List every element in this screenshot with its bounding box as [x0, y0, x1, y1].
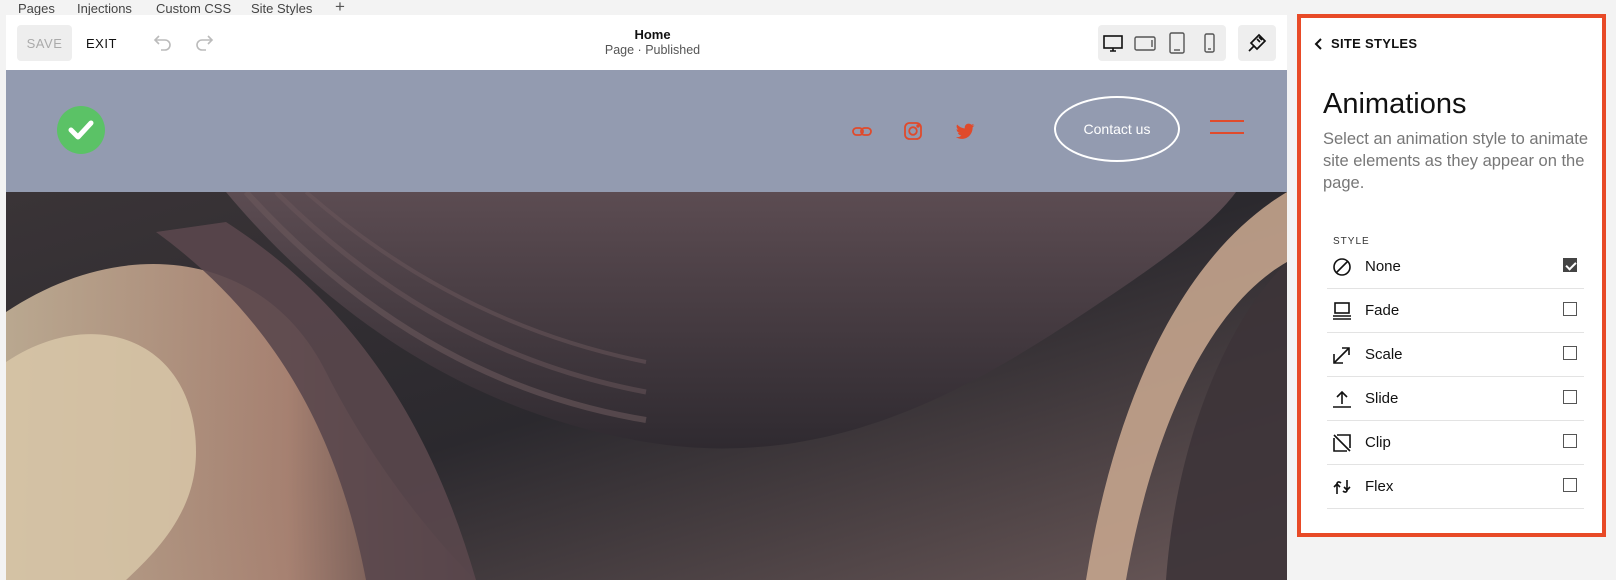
add-tab-icon[interactable]: + — [335, 0, 345, 15]
option-label: Fade — [1365, 302, 1400, 319]
flex-icon — [1331, 476, 1353, 498]
none-icon — [1331, 256, 1353, 278]
site-header: Contact us — [6, 70, 1287, 192]
paintbrush-icon — [1248, 33, 1267, 52]
scale-checkbox[interactable] — [1563, 346, 1577, 360]
fade-checkbox[interactable] — [1563, 302, 1577, 316]
slide-checkbox[interactable] — [1563, 390, 1577, 404]
checkmark-icon — [68, 120, 94, 140]
menu-burger-icon[interactable] — [1210, 120, 1244, 136]
editor-toolbar: SAVE EXIT Home Page · Published — [6, 15, 1287, 70]
mobile-view-icon[interactable] — [1196, 30, 1222, 56]
exit-button[interactable]: EXIT — [86, 25, 117, 61]
option-label: Clip — [1365, 434, 1391, 451]
fade-icon — [1331, 300, 1353, 322]
option-flex[interactable]: Flex — [1327, 465, 1584, 509]
none-checkbox[interactable] — [1563, 258, 1577, 272]
chevron-left-icon — [1314, 37, 1322, 50]
editor-canvas: SAVE EXIT Home Page · Published Contact … — [6, 15, 1287, 580]
twitter-icon[interactable] — [954, 120, 976, 142]
design-brush-button[interactable] — [1238, 25, 1276, 61]
link-icon[interactable] — [851, 120, 873, 142]
device-switcher — [1098, 25, 1226, 61]
panel-description: Select an animation style to animate sit… — [1323, 130, 1589, 192]
abstract-swirl-image — [6, 192, 1287, 580]
back-label: SITE STYLES — [1331, 36, 1418, 51]
option-fade[interactable]: Fade — [1327, 289, 1584, 333]
option-slide[interactable]: Slide — [1327, 377, 1584, 421]
site-logo[interactable] — [57, 106, 105, 154]
option-label: Flex — [1365, 478, 1394, 495]
option-none[interactable]: None — [1327, 245, 1584, 289]
tablet-portrait-view-icon[interactable] — [1164, 30, 1190, 56]
site-styles-panel: SITE STYLES Animations Select an animati… — [1297, 14, 1606, 537]
slide-icon — [1331, 388, 1353, 410]
undo-icon[interactable] — [152, 31, 174, 53]
back-to-site-styles-button[interactable]: SITE STYLES — [1313, 36, 1417, 51]
contact-us-button[interactable]: Contact us — [1054, 96, 1180, 162]
page-status: Page · Published — [604, 43, 701, 57]
hero-image — [6, 192, 1287, 580]
desktop-view-icon[interactable] — [1100, 30, 1126, 56]
save-button[interactable]: SAVE — [17, 25, 72, 61]
clip-checkbox[interactable] — [1563, 434, 1577, 448]
option-label: Slide — [1365, 390, 1399, 407]
panel-title: Animations — [1323, 88, 1467, 120]
page-title: Home — [634, 27, 671, 42]
tablet-landscape-view-icon[interactable] — [1132, 30, 1158, 56]
animation-options-list: None Fade Scale Slide Clip Flex — [1327, 245, 1584, 509]
instagram-icon[interactable] — [902, 120, 924, 142]
option-clip[interactable]: Clip — [1327, 421, 1584, 465]
flex-checkbox[interactable] — [1563, 478, 1577, 492]
option-label: Scale — [1365, 346, 1403, 363]
option-label: None — [1365, 258, 1401, 275]
redo-icon[interactable] — [193, 31, 215, 53]
clip-icon — [1331, 432, 1353, 454]
option-scale[interactable]: Scale — [1327, 333, 1584, 377]
scale-icon — [1331, 344, 1353, 366]
